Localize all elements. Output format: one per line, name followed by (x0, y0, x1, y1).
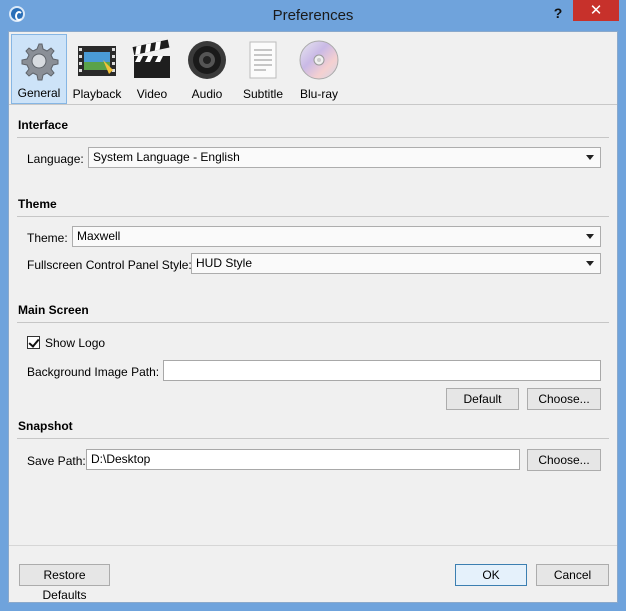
theme-select[interactable]: Maxwell (72, 226, 601, 247)
film-strip-icon (78, 46, 116, 76)
tab-subtitle-label: Subtitle (242, 87, 284, 101)
tab-bluray-label: Blu-ray (299, 87, 338, 101)
disc-icon (299, 40, 339, 80)
snapshot-section-title: Snapshot (18, 419, 73, 433)
fullscreen-style-label: Fullscreen Control Panel Style: (27, 258, 192, 272)
ok-button[interactable]: OK (455, 564, 527, 586)
background-image-input[interactable] (163, 360, 601, 381)
tab-bluray[interactable]: Blu-ray (293, 34, 345, 104)
gear-icon (21, 43, 59, 81)
clapperboard-icon (132, 39, 170, 78)
theme-section-title: Theme (18, 197, 57, 211)
language-label: Language: (27, 152, 84, 166)
tab-playback[interactable]: Playback (69, 34, 125, 104)
tab-audio-label: Audio (191, 87, 223, 101)
snapshot-divider (17, 438, 609, 439)
speaker-icon (188, 41, 226, 79)
theme-select-value: Maxwell (77, 229, 121, 243)
language-select-value: System Language - English (93, 150, 240, 164)
interface-section-title: Interface (18, 118, 69, 132)
tab-general[interactable]: General (11, 34, 67, 104)
cancel-button[interactable]: Cancel (536, 564, 609, 586)
chevron-down-icon (586, 155, 594, 160)
language-select[interactable]: System Language - English (88, 147, 601, 168)
preferences-window: Preferences ? ✕ General Playback Video A… (0, 0, 626, 611)
show-logo-label[interactable]: Show Logo (45, 336, 105, 350)
main-screen-section-title: Main Screen (18, 303, 89, 317)
chevron-down-icon (586, 261, 594, 266)
tab-audio[interactable]: Audio (181, 34, 233, 104)
restore-defaults-button[interactable]: Restore Defaults (19, 564, 110, 602)
tab-general-label: General (17, 86, 61, 100)
save-path-choose-button[interactable]: Choose... (527, 449, 601, 471)
footer-divider (9, 545, 617, 546)
tab-video-label: Video (136, 87, 168, 101)
save-path-input[interactable]: D:\Desktop (86, 449, 520, 470)
tab-subtitle[interactable]: Subtitle (237, 34, 289, 104)
dialog-body: General Playback Video Audio Subtitle Bl… (8, 31, 618, 603)
title-bar[interactable]: Preferences ? ✕ (0, 0, 626, 31)
tab-video[interactable]: Video (127, 34, 177, 104)
category-toolbar: General Playback Video Audio Subtitle Bl… (9, 32, 617, 105)
help-button[interactable]: ? (548, 3, 568, 23)
window-title: Preferences (272, 7, 354, 24)
fullscreen-style-select[interactable]: HUD Style (191, 253, 601, 274)
default-button[interactable]: Default (446, 388, 519, 410)
chevron-down-icon (586, 234, 594, 239)
close-button[interactable]: ✕ (573, 0, 619, 21)
save-path-label: Save Path: (27, 454, 86, 468)
background-image-label: Background Image Path: (27, 365, 160, 379)
background-choose-button[interactable]: Choose... (527, 388, 601, 410)
fullscreen-style-value: HUD Style (196, 256, 253, 270)
show-logo-checkbox[interactable] (27, 336, 40, 349)
theme-label: Theme: (27, 231, 68, 245)
document-icon (249, 41, 277, 79)
main-screen-divider (17, 322, 609, 323)
theme-divider (17, 216, 609, 217)
interface-divider (17, 137, 609, 138)
tab-playback-label: Playback (72, 87, 122, 101)
